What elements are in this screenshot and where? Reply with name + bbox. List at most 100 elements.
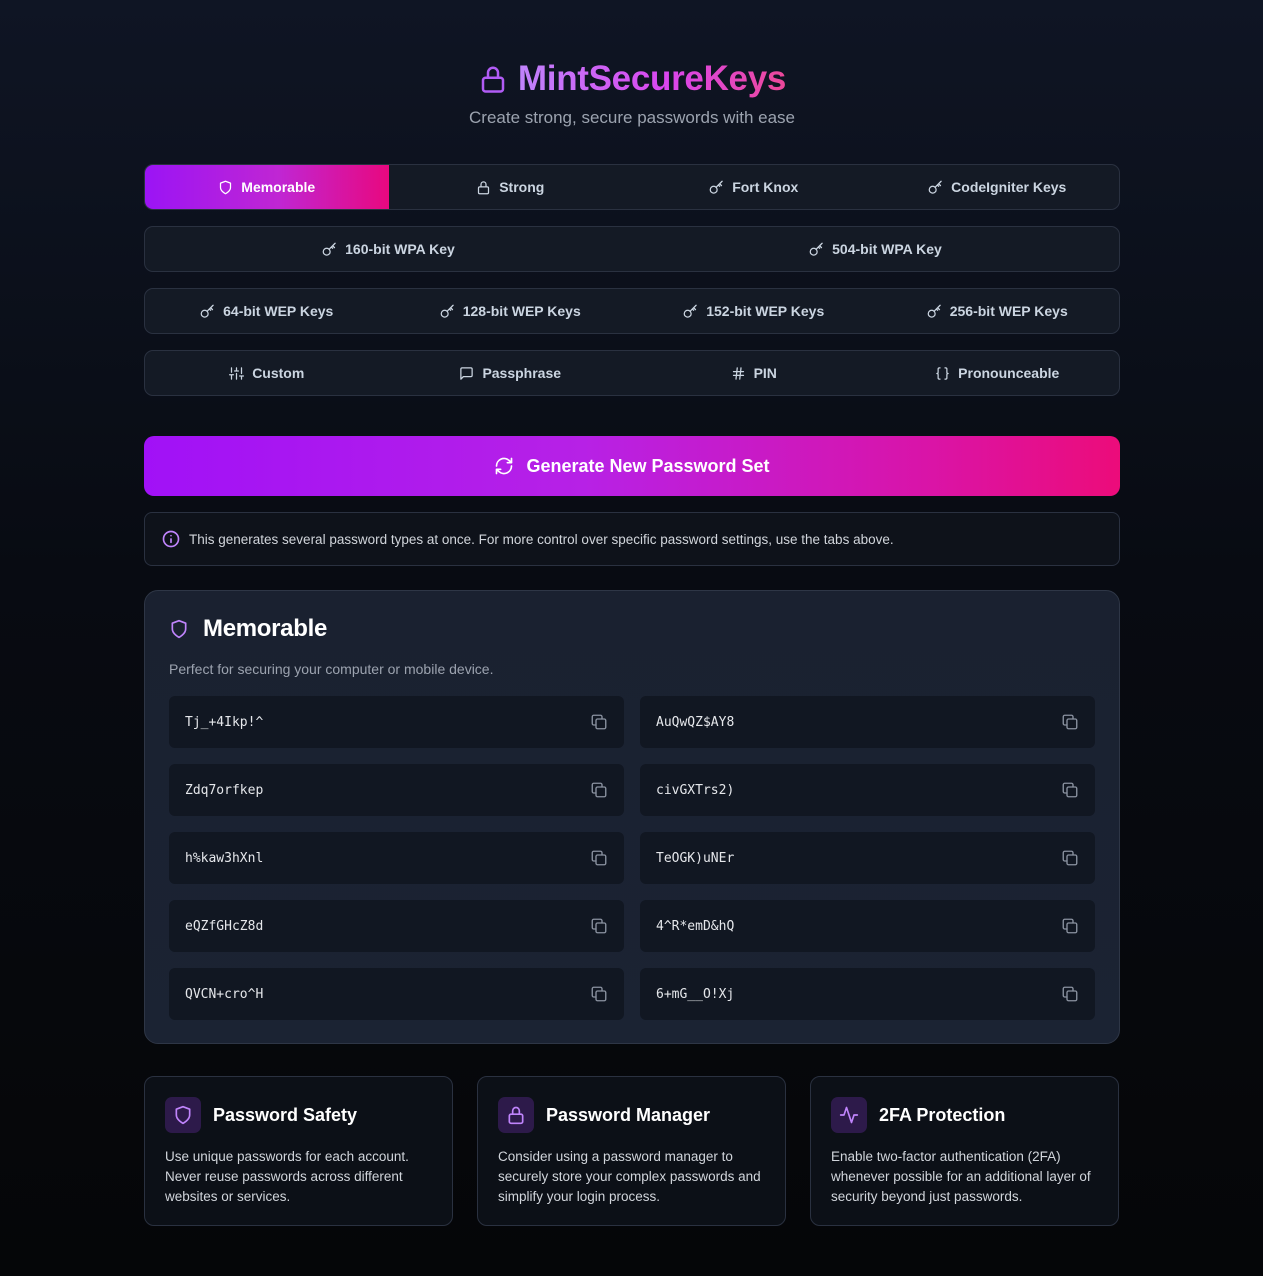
info-text: This generates several password types at…	[189, 531, 894, 547]
password-value: Zdq7orfkep	[185, 782, 264, 798]
tip-title: 2FA Protection	[879, 1104, 1006, 1125]
password-item[interactable]: QVCN+cro^H	[169, 968, 624, 1020]
lock-icon	[481, 66, 505, 93]
copy-icon[interactable]	[590, 985, 608, 1003]
tab-fort-knox[interactable]: Fort Knox	[632, 165, 876, 209]
password-value: civGXTrs2)	[656, 782, 735, 798]
password-value: 4^R*emD&hQ	[656, 918, 735, 934]
app-subtitle: Create strong, secure passwords with eas…	[469, 108, 795, 127]
info-notice: This generates several password types at…	[144, 512, 1120, 566]
password-value: eQZfGHcZ8d	[185, 918, 264, 934]
tab-64-bit-wep-keys[interactable]: 64-bit WEP Keys	[145, 289, 389, 333]
tab-codeigniter-keys[interactable]: CodeIgniter Keys	[876, 165, 1120, 209]
message-icon	[460, 366, 474, 380]
tip-title: Password Manager	[546, 1104, 711, 1125]
tab-row-2: 160-bit WPA Key 504-bit WPA Key	[144, 226, 1120, 272]
tab-strong[interactable]: Strong	[389, 165, 633, 209]
password-item[interactable]: 4^R*emD&hQ	[640, 900, 1095, 952]
tab-label: Pronounceable	[958, 365, 1060, 381]
tab-label: Custom	[252, 365, 305, 381]
tip-text: Consider using a password manager to sec…	[498, 1149, 761, 1204]
app-title: MintSecureKeys	[517, 59, 787, 98]
activity-icon	[831, 1097, 867, 1133]
tab-128-bit-wep-keys[interactable]: 128-bit WEP Keys	[389, 289, 633, 333]
password-result-card: Memorable Perfect for securing your comp…	[144, 590, 1120, 1044]
copy-icon[interactable]	[1061, 849, 1079, 867]
tab-label: Memorable	[241, 179, 316, 195]
password-item[interactable]: 6+mG__O!Xj	[640, 968, 1095, 1020]
tip-title: Password Safety	[213, 1104, 358, 1125]
tab-label: 152-bit WEP Keys	[706, 303, 825, 319]
key-icon	[200, 304, 214, 318]
shield-icon	[220, 180, 232, 194]
tab-pronounceable[interactable]: Pronounceable	[876, 351, 1120, 395]
tab-152-bit-wep-keys[interactable]: 152-bit WEP Keys	[632, 289, 876, 333]
password-item[interactable]: AuQwQZ$AY8	[640, 696, 1095, 748]
key-icon	[322, 242, 336, 256]
lock-icon	[498, 1097, 534, 1133]
password-item[interactable]: Zdq7orfkep	[169, 764, 624, 816]
copy-icon[interactable]	[590, 849, 608, 867]
password-value: TeOGK)uNEr	[656, 850, 735, 866]
tab-row-4: Custom Passphrase PIN Pronounceable	[144, 350, 1120, 396]
password-value: Tj_+4Ikp!^	[185, 714, 264, 730]
tab-pin[interactable]: PIN	[632, 351, 876, 395]
info-icon	[162, 530, 180, 548]
shield-icon	[165, 1097, 201, 1133]
hash-icon	[732, 366, 744, 380]
tab-label: Strong	[499, 179, 545, 195]
copy-icon[interactable]	[1061, 917, 1079, 935]
tab-label: 64-bit WEP Keys	[223, 303, 334, 319]
password-value: QVCN+cro^H	[185, 986, 264, 1002]
tab-504-bit-wpa-key[interactable]: 504-bit WPA Key	[632, 227, 1119, 271]
card-title: Memorable	[203, 615, 328, 642]
key-icon	[927, 304, 941, 318]
tip-text: Enable two-factor authentication (2FA) w…	[831, 1149, 1091, 1204]
tip-card-password-manager: Password Manager Consider using a passwo…	[477, 1076, 786, 1226]
copy-icon[interactable]	[590, 713, 608, 731]
tip-card-2fa-protection: 2FA Protection Enable two-factor authent…	[810, 1076, 1119, 1226]
password-value: h%kaw3hXnl	[185, 850, 264, 866]
password-item[interactable]: Tj_+4Ikp!^	[169, 696, 624, 748]
tab-label: 504-bit WPA Key	[832, 241, 942, 257]
key-icon	[809, 242, 823, 256]
tab-label: 256-bit WEP Keys	[949, 303, 1068, 319]
password-value: 6+mG__O!Xj	[656, 986, 735, 1002]
password-grid: Tj_+4Ikp!^ AuQwQZ$AY8 Zdq7orfkep civGXTr…	[169, 696, 1095, 1020]
password-item[interactable]: civGXTrs2)	[640, 764, 1095, 816]
lock-icon	[478, 180, 490, 194]
tab-label: 160-bit WPA Key	[345, 241, 455, 257]
tip-text: Use unique passwords for each account. N…	[165, 1149, 409, 1204]
refresh-icon	[496, 457, 513, 475]
tab-row-3: 64-bit WEP Keys 128-bit WEP Keys 152-bit…	[144, 288, 1120, 334]
tab-256-bit-wep-keys[interactable]: 256-bit WEP Keys	[876, 289, 1120, 333]
key-icon	[709, 180, 723, 194]
tab-160-bit-wpa-key[interactable]: 160-bit WPA Key	[145, 227, 632, 271]
key-icon	[683, 304, 697, 318]
key-icon	[440, 304, 454, 318]
shield-icon	[171, 619, 187, 639]
tab-row-1: Memorable Strong Fort Knox CodeIgniter K…	[144, 164, 1120, 210]
password-item[interactable]: eQZfGHcZ8d	[169, 900, 624, 952]
tab-memorable[interactable]: Memorable	[145, 165, 389, 209]
tab-custom[interactable]: Custom	[145, 351, 389, 395]
card-description: Perfect for securing your computer or mo…	[169, 661, 494, 677]
copy-icon[interactable]	[590, 781, 608, 799]
generate-button-label: Generate New Password Set	[526, 455, 770, 476]
copy-icon[interactable]	[1061, 781, 1079, 799]
tab-label: PIN	[753, 365, 777, 381]
copy-icon[interactable]	[590, 917, 608, 935]
sliders-icon	[229, 366, 245, 380]
tab-label: CodeIgniter Keys	[951, 179, 1067, 195]
generate-password-set-button[interactable]: Generate New Password Set	[144, 436, 1120, 496]
password-item[interactable]: h%kaw3hXnl	[169, 832, 624, 884]
password-item[interactable]: TeOGK)uNEr	[640, 832, 1095, 884]
tab-passphrase[interactable]: Passphrase	[389, 351, 633, 395]
password-value: AuQwQZ$AY8	[656, 714, 735, 730]
app-header: MintSecureKeys Create strong, secure pas…	[144, 56, 1120, 128]
braces-icon	[936, 366, 949, 380]
tab-label: Fort Knox	[732, 179, 799, 195]
tab-label: Passphrase	[482, 365, 562, 381]
copy-icon[interactable]	[1061, 713, 1079, 731]
copy-icon[interactable]	[1061, 985, 1079, 1003]
